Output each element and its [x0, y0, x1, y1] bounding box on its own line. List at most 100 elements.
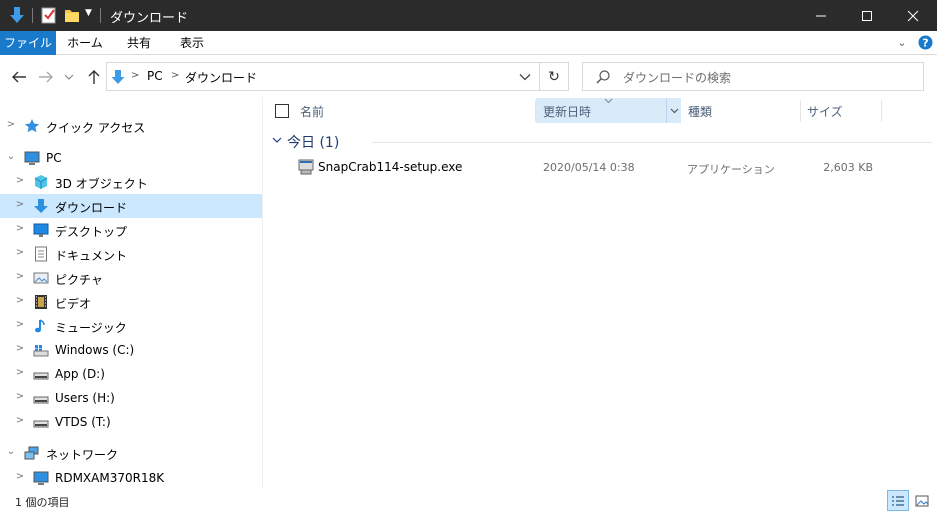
details-view-icon	[892, 495, 904, 506]
nav-item-downloads[interactable]: > ダウンロード	[0, 194, 262, 218]
column-separator[interactable]	[881, 100, 882, 122]
tab-view[interactable]: 表示	[166, 31, 218, 55]
refresh-icon: ↻	[548, 68, 560, 85]
new-folder-icon[interactable]	[64, 6, 80, 24]
recent-locations-button[interactable]	[62, 67, 76, 87]
forward-button[interactable]	[36, 67, 56, 87]
chevron-right-icon[interactable]: >	[6, 119, 16, 131]
nav-item-drive-c[interactable]: > Windows (C:)	[0, 338, 262, 362]
chevron-right-icon[interactable]: >	[15, 247, 25, 259]
nav-label: ビデオ	[55, 297, 92, 311]
chevron-right-icon[interactable]: >	[15, 415, 25, 427]
download-arrow-icon[interactable]	[9, 6, 25, 24]
tab-home[interactable]: ホーム	[58, 31, 112, 55]
file-row[interactable]: SnapCrab114-setup.exe 2020/05/14 0:38 アプ…	[292, 155, 882, 179]
column-header-date[interactable]: 更新日時	[536, 98, 666, 123]
group-label: 今日 (1)	[287, 135, 340, 151]
select-all-checkbox[interactable]	[275, 104, 289, 118]
help-icon[interactable]: ?	[918, 35, 933, 50]
column-header-label: サイズ	[807, 105, 843, 119]
arrow-left-icon	[12, 71, 26, 83]
chevron-down-icon[interactable]: ⌄	[6, 151, 16, 163]
large-icons-view-icon	[915, 495, 929, 506]
breadcrumb-separator-icon[interactable]: >	[131, 70, 139, 81]
file-size: 2,603 KB	[823, 161, 873, 174]
nav-item-network-computer[interactable]: > RDMXAM370R18K	[0, 466, 262, 490]
arrow-right-icon	[39, 71, 53, 83]
desktop-icon	[33, 223, 49, 237]
nav-item-pc[interactable]: ⌄ PC	[0, 146, 262, 170]
music-icon	[35, 319, 45, 333]
nav-label: 3D オブジェクト	[55, 177, 148, 191]
customize-toolbar-icon[interactable]: ▼	[85, 8, 92, 18]
nav-item-quick-access[interactable]: > クイック アクセス	[0, 114, 262, 138]
window-title: ダウンロード	[110, 11, 189, 26]
nav-label: ドキュメント	[55, 249, 128, 263]
item-count: 1 個の項目	[15, 496, 70, 509]
nav-item-videos[interactable]: > ビデオ	[0, 290, 262, 314]
nav-item-drive-h[interactable]: > Users (H:)	[0, 386, 262, 410]
breadcrumb-separator-icon[interactable]: >	[171, 70, 179, 81]
breadcrumb-pc[interactable]: PC	[147, 69, 163, 83]
nav-label: ネットワーク	[46, 448, 119, 462]
chevron-down-icon	[272, 137, 282, 143]
cube-icon	[34, 175, 48, 189]
minimize-button[interactable]	[798, 0, 844, 31]
drive-icon	[33, 372, 49, 380]
file-type: アプリケーション	[687, 163, 775, 176]
nav-item-pictures[interactable]: > ピクチャ	[0, 266, 262, 290]
chevron-right-icon[interactable]: >	[15, 391, 25, 403]
column-header-size[interactable]: サイズ	[801, 97, 881, 124]
search-placeholder[interactable]: ダウンロードの検索	[623, 69, 731, 86]
file-date: 2020/05/14 0:38	[543, 161, 635, 174]
nav-item-drive-d[interactable]: > App (D:)	[0, 362, 262, 386]
column-filter-button[interactable]	[666, 98, 681, 123]
close-button[interactable]	[890, 0, 936, 31]
search-icon	[596, 70, 610, 84]
breadcrumb-downloads[interactable]: ダウンロード	[185, 69, 257, 86]
refresh-button[interactable]: ↻	[540, 62, 569, 91]
download-icon	[34, 199, 48, 213]
tab-file[interactable]: ファイル	[0, 31, 56, 55]
back-button[interactable]	[9, 67, 29, 87]
chevron-right-icon[interactable]: >	[15, 319, 25, 331]
chevron-right-icon[interactable]: >	[15, 223, 25, 235]
details-view-button[interactable]	[887, 490, 909, 511]
chevron-right-icon[interactable]: >	[15, 271, 25, 283]
properties-icon[interactable]	[41, 6, 57, 24]
chevron-down-icon[interactable]: ⌄	[6, 446, 16, 458]
nav-item-drive-t[interactable]: > VTDS (T:)	[0, 410, 262, 434]
document-icon	[35, 246, 47, 262]
large-icons-view-button[interactable]	[911, 490, 933, 511]
maximize-button[interactable]	[844, 0, 890, 31]
chevron-right-icon[interactable]: >	[15, 367, 25, 379]
nav-item-desktop[interactable]: > デスクトップ	[0, 218, 262, 242]
chevron-right-icon[interactable]: >	[15, 175, 25, 187]
group-divider	[372, 142, 932, 143]
nav-item-3d-objects[interactable]: > 3D オブジェクト	[0, 170, 262, 194]
ribbon-expand-icon[interactable]: ⌄	[895, 36, 909, 50]
nav-item-network[interactable]: ⌄ ネットワーク	[0, 441, 262, 465]
nav-label: Windows (C:)	[55, 343, 135, 357]
chevron-right-icon[interactable]: >	[15, 199, 25, 211]
tab-share[interactable]: 共有	[114, 31, 164, 55]
nav-item-documents[interactable]: > ドキュメント	[0, 242, 262, 266]
nav-label: Users (H:)	[55, 391, 115, 405]
address-history-icon[interactable]	[519, 73, 531, 81]
nav-label: RDMXAM370R18K	[55, 471, 165, 485]
column-header-label: 種類	[688, 105, 713, 119]
column-header-type[interactable]: 種類	[682, 97, 800, 124]
nav-label: VTDS (T:)	[55, 415, 111, 429]
video-icon	[35, 295, 47, 309]
nav-item-music[interactable]: > ミュージック	[0, 314, 262, 338]
chevron-right-icon[interactable]: >	[15, 343, 25, 355]
up-button[interactable]	[84, 67, 104, 87]
chevron-right-icon[interactable]: >	[15, 295, 25, 307]
search-box[interactable]: ダウンロードの検索	[582, 62, 924, 91]
column-header-name[interactable]: 名前	[292, 97, 535, 124]
chevron-right-icon[interactable]: >	[15, 471, 25, 483]
chevron-down-icon	[670, 108, 679, 114]
maximize-icon	[862, 10, 872, 21]
pane-divider[interactable]	[262, 97, 263, 489]
address-bar[interactable]: > PC > ダウンロード	[106, 62, 540, 91]
